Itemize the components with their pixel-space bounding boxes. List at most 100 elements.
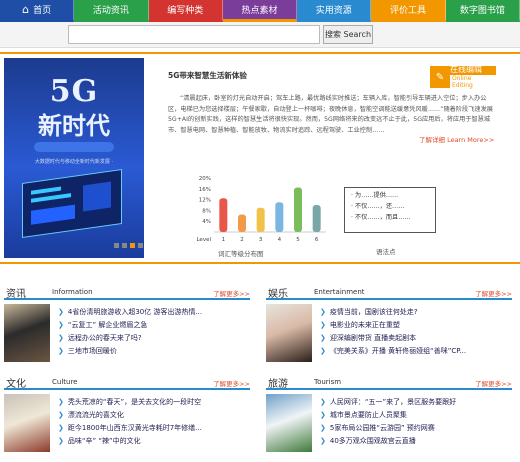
x-tick-label: 1 [222,237,226,243]
list-item[interactable]: ❯ 电影业的未来正在重塑 [320,319,466,332]
y-tick-label: 4% [202,219,211,225]
banner-caption: 大数据时代与移动全新时代新发展 · [34,159,114,165]
x-axis-prefix: Level [196,237,211,243]
section-title-en: Information [52,288,93,296]
section-more-link[interactable]: 了解更多>> [213,288,250,298]
nav-tab-label: 活动资讯 [92,6,129,16]
list-item[interactable]: ❯ 4省份清明旅游收入超30亿 游客出游热情... [58,306,202,319]
list-item-text: 《完美关系》开播 黄轩佟丽娅组“善咪”CP... [329,347,467,355]
chevron-right-icon: ❯ [58,321,64,329]
chart-caption: 词汇等级分布图 [218,250,264,258]
y-tick-label: 12% [199,198,211,204]
nav-tab-6[interactable]: 数字图书馆 [445,0,520,22]
nav-tab-4[interactable]: 实用资源 [297,0,372,22]
section-culture: 文化 Culture 了解更多>> ❯ 秃头荒凉的“春天”，是关去文化的一段时空 ❯ 漂流流… [4,376,250,462]
search-button[interactable]: 搜索 Search [323,25,373,44]
search-input[interactable] [68,25,320,44]
chevron-right-icon: ❯ [58,424,64,432]
section-thumbnail[interactable] [266,394,312,452]
list-item-text: 漂流流光的喜文化 [67,411,124,419]
search-bar: 搜索 Search [0,22,520,48]
section-more-link[interactable]: 了解更多>> [475,288,512,298]
list-item[interactable]: ❯ 城市景点要防止人员聚集 [320,409,456,422]
list-item[interactable]: ❯ 距今1800年山西东汉黄光寺耗时7年修缮... [58,422,202,435]
nav-tab-5[interactable]: 评价工具 [371,0,446,22]
banner-pagination[interactable] [114,243,143,248]
banner-device-illustration [22,168,122,239]
vocab-level-chart: 20% 16% 12% 8% 4% Level 1 2 3 4 5 6 [196,176,326,243]
list-item[interactable]: ❯ 秃头荒凉的“春天”，是关去文化的一段时空 [58,396,202,409]
nav-tab-label: 实用资源 [315,6,352,16]
section-list: ❯ 人民网评：“五一”来了，景区服务要跟好 ❯ 城市景点要防止人员聚集 ❯ 5家布局公园推… [320,396,456,448]
x-tick-label: 4 [278,237,282,243]
list-item[interactable]: ❯ 5家布局公园推“云游园” 预约网赛 [320,422,456,435]
list-item[interactable]: ❯ 远程办公的春天来了吗? [58,332,202,345]
y-tick-label: 8% [202,208,211,214]
list-item-text: 电影业的未来正在重塑 [329,321,400,329]
list-item[interactable]: ❯ 40多万观众围观故宫云直播 [320,435,456,448]
feature-title: 5G带来智慧生活新体验 [168,71,247,80]
bar-level-6 [312,205,321,232]
list-item[interactable]: ❯ 品味“辛” “辣”中的文化 [58,435,202,448]
x-tick-label: 3 [259,237,263,243]
online-edit-button[interactable]: ✎ 在线编辑 Online Editing [430,65,496,89]
x-tick-label: 6 [315,237,319,243]
section-tourism: 旅游 Tourism 了解更多>> ❯ 人民网评：“五一”来了，景区服务要跟好 ❯ 城市景点… [266,376,512,462]
section-thumbnail[interactable] [266,304,312,362]
chevron-right-icon: ❯ [320,424,326,432]
bar-level-2 [238,214,246,232]
section-list: ❯ 4省份清明旅游收入超30亿 游客出游热情... ❯ “云复工” 解企业燃眉之急 ❯ 远… [58,306,202,358]
chevron-right-icon: ❯ [58,347,64,355]
list-item-text: 人民网评：“五一”来了，景区服务要跟好 [329,398,457,406]
section-header: 娱乐 Entertainment 了解更多>> [266,286,512,300]
chevron-right-icon: ❯ [320,321,326,329]
list-item[interactable]: ❯ 疫情当前，国剧该往何处走? [320,306,466,319]
banner-5g-text: 5G [49,74,99,109]
list-item[interactable]: ❯ 漂流流光的喜文化 [58,409,202,422]
chevron-right-icon: ❯ [58,437,64,445]
chevron-right-icon: ❯ [58,411,64,419]
list-item-text: 品味“辛” “辣”中的文化 [67,437,141,445]
list-item[interactable]: ❯ 人民网评：“五一”来了，景区服务要跟好 [320,396,456,409]
bar-level-5 [294,187,302,232]
list-item[interactable]: ❯ 迎深编剧带货 直播卖起剧本 [320,332,466,345]
bar-level-4 [275,202,284,232]
section-header: 文化 Culture 了解更多>> [4,376,250,390]
learn-more-link[interactable]: 了解详细 Learn More>> [419,134,494,144]
section-information: 资讯 Information 了解更多>> ❯ 4省份清明旅游收入超30亿 游客出游热情… [4,286,250,372]
nav-tab-1[interactable]: 活动资讯 [74,0,149,22]
list-item-text: 远程办公的春天来了吗? [67,334,142,342]
phrase-line-2: · 不仅……，还…… [351,203,405,210]
phrase-line-3: · 不仅……，而且…… [351,214,411,221]
banner-era-text: 新时代 [38,111,110,140]
nav-tab-3[interactable]: 热点素材 [222,0,298,22]
nav-tab-2[interactable]: 编写种类 [148,0,223,22]
grammar-phrase-box: · 为……提供…… · 不仅……，还…… · 不仅……，而且…… [344,187,436,233]
nav-tab-label: 首页 [33,6,52,16]
list-item[interactable]: ❯ 《完美关系》开播 黄轩佟丽娅组“善咪”CP... [320,345,466,358]
section-title-zh: 资讯 [6,289,26,300]
list-item-text: 距今1800年山西东汉黄光寺耗时7年修缮... [67,424,202,432]
chevron-right-icon: ❯ [58,308,64,316]
bar-level-1 [219,198,228,232]
section-more-link[interactable]: 了解更多>> [475,378,512,388]
pencil-icon: ✎ [435,71,445,83]
section-title-zh: 娱乐 [268,289,288,300]
section-more-link[interactable]: 了解更多>> [213,378,250,388]
section-list: ❯ 秃头荒凉的“春天”，是关去文化的一段时空 ❯ 漂流流光的喜文化 ❯ 距今1800年山西… [58,396,202,448]
list-item-text: “云复工” 解企业燃眉之急 [67,321,148,329]
x-tick-label: 2 [240,237,244,243]
home-icon: ⌂ [22,3,30,16]
section-thumbnail[interactable] [4,394,50,452]
feature-banner-image[interactable]: 5G 新时代 大数据时代与移动全新时代新发展 · [4,58,144,258]
list-item-text: 秃头荒凉的“春天”，是关去文化的一段时空 [67,398,202,406]
chevron-right-icon: ❯ [320,347,326,355]
list-item-text: 40多万观众围观故宫云直播 [329,437,416,445]
x-tick-label: 5 [296,237,300,243]
section-thumbnail[interactable] [4,304,50,362]
list-item[interactable]: ❯ “云复工” 解企业燃眉之急 [58,319,202,332]
nav-tab-0[interactable]: ⌂ 首页 [0,0,75,22]
list-item[interactable]: ❯ 三地市场回暖价 [58,345,202,358]
section-title-en: Culture [52,378,78,386]
nav-tab-label: 评价工具 [390,6,427,16]
